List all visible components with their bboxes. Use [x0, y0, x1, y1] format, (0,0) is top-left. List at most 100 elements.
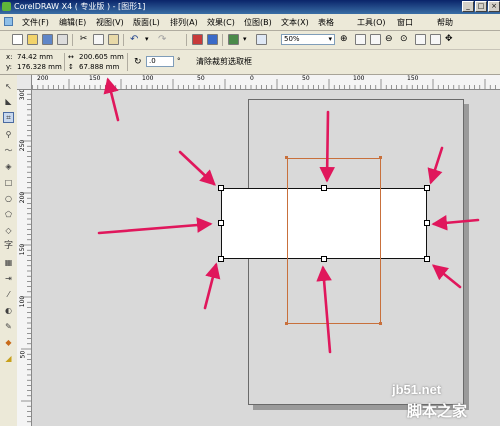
- ruler-label: 150: [19, 243, 27, 256]
- window-title: CorelDRAW X4 ( 专业版 ) - [图形1]: [14, 2, 146, 11]
- menu-view[interactable]: 视图(V): [96, 17, 124, 28]
- ruler-label: 100: [142, 75, 154, 82]
- menu-tools[interactable]: 工具(O): [357, 17, 386, 28]
- handle-bottom-center[interactable]: [321, 256, 327, 262]
- menu-text[interactable]: 文本(X): [281, 17, 309, 28]
- y-label: y:: [6, 63, 12, 71]
- pan-icon[interactable]: ✥: [445, 34, 456, 45]
- ruler-label: 250: [19, 139, 27, 152]
- menu-table[interactable]: 表格: [318, 17, 334, 28]
- watermark-name: 脚本之家: [407, 402, 468, 420]
- zoom-width-icon[interactable]: [415, 34, 426, 45]
- open-folder-icon[interactable]: [27, 34, 38, 45]
- polygon-tool-icon[interactable]: ⬠: [3, 209, 14, 220]
- eyedropper-tool-icon[interactable]: ⁄: [3, 289, 14, 300]
- menu-help[interactable]: 帮助: [437, 17, 453, 28]
- undo-dropdown-icon[interactable]: ▾: [145, 34, 156, 45]
- smart-fill-tool-icon[interactable]: ◈: [3, 161, 14, 172]
- menu-bitmaps[interactable]: 位图(B): [244, 17, 272, 28]
- clear-crop-marquee-button[interactable]: 清除裁剪选取框: [196, 56, 252, 68]
- document-icon[interactable]: [4, 17, 13, 26]
- copy-icon[interactable]: [93, 34, 104, 45]
- redo-icon[interactable]: ↷: [158, 34, 169, 45]
- basic-shapes-tool-icon[interactable]: ◇: [3, 225, 14, 236]
- crop-tool-icon[interactable]: ⌗: [3, 112, 14, 123]
- zoom-selected-icon[interactable]: [355, 34, 366, 45]
- close-button[interactable]: ×: [488, 1, 500, 12]
- zoom-page-icon[interactable]: ⊙: [400, 34, 411, 45]
- save-icon[interactable]: [42, 34, 53, 45]
- toolbox: ↖ ◣ ⌗ ⚲ 〜 ◈ □ ○ ⬠ ◇ 字 ▦ ⇥ ⁄ ◐ ✎ ◆ ◢: [0, 75, 18, 426]
- cut-icon[interactable]: ✂: [78, 34, 89, 45]
- handle-middle-left[interactable]: [218, 220, 224, 226]
- launcher-dropdown-icon[interactable]: ▾: [243, 34, 254, 45]
- undo-icon[interactable]: ↶: [130, 34, 141, 45]
- ruler-label: 150: [89, 75, 101, 82]
- menu-arrange[interactable]: 排列(A): [170, 17, 198, 28]
- handle-bottom-right[interactable]: [424, 256, 430, 262]
- crop-marquee[interactable]: [287, 158, 381, 324]
- text-tool-icon[interactable]: 字: [3, 241, 14, 252]
- horizontal-ruler[interactable]: 200 150 100 50 0 50 100 150: [17, 75, 500, 90]
- maximize-button[interactable]: □: [475, 1, 487, 12]
- pick-tool-icon[interactable]: ↖: [3, 81, 14, 92]
- rectangle-tool-icon[interactable]: □: [3, 177, 14, 188]
- toolbar-separator: [64, 53, 65, 71]
- ruler-label: 50: [197, 75, 205, 82]
- import-icon[interactable]: [192, 34, 203, 45]
- handle-top-left[interactable]: [218, 185, 224, 191]
- watermark-site: jb51.net: [392, 382, 442, 397]
- menu-window[interactable]: 窗口: [397, 17, 413, 28]
- rotation-angle-field[interactable]: .0: [146, 56, 174, 67]
- welcome-screen-icon[interactable]: [256, 34, 267, 45]
- minimize-button[interactable]: _: [462, 1, 474, 12]
- toolbar-separator: [186, 34, 187, 46]
- new-document-icon[interactable]: [12, 34, 23, 45]
- ruler-label: 100: [353, 75, 365, 82]
- zoom-in-icon[interactable]: ⊕: [340, 34, 351, 45]
- zoom-tool-icon[interactable]: ⚲: [3, 129, 14, 140]
- zoom-all-icon[interactable]: [370, 34, 381, 45]
- zoom-out-icon[interactable]: ⊖: [385, 34, 396, 45]
- drawing-canvas[interactable]: jb51.net 脚本之家: [32, 90, 500, 426]
- degree-unit: °: [177, 57, 181, 65]
- menu-layout[interactable]: 版面(L): [133, 17, 160, 28]
- paste-icon[interactable]: [108, 34, 119, 45]
- application-launcher-icon[interactable]: [228, 34, 239, 45]
- menu-file[interactable]: 文件(F): [22, 17, 49, 28]
- table-tool-icon[interactable]: ▦: [3, 257, 14, 268]
- rotation-angle-value: .0: [149, 57, 156, 65]
- zoom-height-icon[interactable]: [430, 34, 441, 45]
- vertical-ruler[interactable]: 300 250 200 150 100 50: [17, 89, 32, 426]
- ruler-label: 200: [37, 75, 49, 82]
- freehand-tool-icon[interactable]: 〜: [3, 145, 14, 156]
- height-arrow-icon: ↕: [68, 63, 74, 71]
- x-label: x:: [6, 53, 13, 61]
- shape-tool-icon[interactable]: ◣: [3, 96, 14, 107]
- menu-edit[interactable]: 编辑(E): [59, 17, 86, 28]
- ruler-origin[interactable]: [17, 75, 32, 90]
- handle-top-center[interactable]: [321, 185, 327, 191]
- menu-effects[interactable]: 效果(C): [207, 17, 235, 28]
- handle-middle-right[interactable]: [424, 220, 430, 226]
- interactive-fill-tool-icon[interactable]: ◢: [3, 353, 14, 364]
- handle-bottom-left[interactable]: [218, 256, 224, 262]
- outline-tool-icon[interactable]: ✎: [3, 321, 14, 332]
- ellipse-tool-icon[interactable]: ○: [3, 193, 14, 204]
- interactive-blend-tool-icon[interactable]: ◐: [3, 305, 14, 316]
- toolbar-separator: [72, 34, 73, 46]
- ruler-label: 150: [407, 75, 419, 82]
- parallel-dimension-tool-icon[interactable]: ⇥: [3, 273, 14, 284]
- height-field[interactable]: 67.888 mm: [79, 62, 119, 72]
- property-bar: x: 74.42 mm y: 176.328 mm ↔ 200.605 mm ↕…: [0, 50, 500, 75]
- zoom-level-select[interactable]: 50% ▾: [281, 34, 335, 45]
- ruler-label: 50: [302, 75, 310, 82]
- handle-top-right[interactable]: [424, 185, 430, 191]
- width-field[interactable]: 200.605 mm: [79, 52, 124, 62]
- y-position-field[interactable]: 176.328 mm: [17, 62, 62, 72]
- fill-tool-icon[interactable]: ◆: [3, 337, 14, 348]
- export-icon[interactable]: [207, 34, 218, 45]
- title-bar: CorelDRAW X4 ( 专业版 ) - [图形1] _ □ ×: [0, 0, 500, 14]
- print-icon[interactable]: [57, 34, 68, 45]
- x-position-field[interactable]: 74.42 mm: [17, 52, 53, 62]
